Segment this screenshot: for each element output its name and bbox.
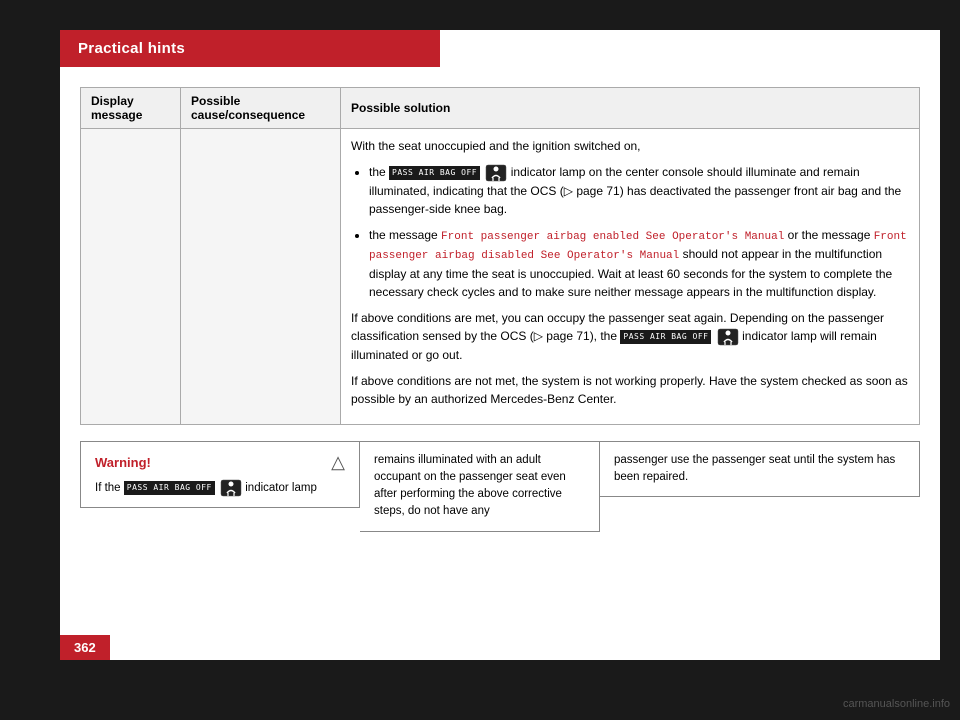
middle-text-box: remains illuminated with an adult occupa… [360,441,600,532]
passenger-icon-2 [717,328,739,346]
page-title: Practical hints [78,40,185,57]
col-header-display: Display message [81,88,181,129]
bullet-2: the message Front passenger airbag enabl… [369,226,909,301]
bullet-1: the PASS AIR BAG OFF indicator lamp o [369,163,909,218]
page-number: 362 [60,635,110,660]
mono-text-1: Front passenger airbag enabled See Opera… [441,231,784,243]
table-row: With the seat unoccupied and the ignitio… [81,129,920,425]
display-message-cell [81,129,181,425]
warning-content: If the PASS AIR BAG OFF indicator lamp [95,479,345,497]
middle-box-text: remains illuminated with an adult occupa… [374,454,566,518]
warning-label: Warning! [95,455,151,470]
passenger-icon-3 [220,479,242,497]
bottom-section: Warning! △ If the PASS AIR BAG OFF indic… [80,441,920,532]
bullet1-before: the [369,165,389,179]
header-bar: Practical hints [60,30,440,67]
warning-panel-header: Warning! △ [95,452,345,473]
warning-line1-before: If the [95,482,121,494]
solution-bullets: the PASS AIR BAG OFF indicator lamp o [351,163,909,301]
col-header-solution: Possible solution [341,88,920,129]
warning-triangle-icon: △ [331,452,345,473]
passenger-icon-1 [485,164,507,182]
main-table: Display message Possible cause/consequen… [80,87,920,425]
bullet2-before: the message [369,228,441,242]
warning-badge: PASS AIR BAG OFF [124,481,215,495]
pass-airbag-badge-2: PASS AIR BAG OFF [620,330,711,344]
right-box-text: passenger use the passenger seat until t… [614,454,895,483]
bullet2-middle: or the message [788,228,874,242]
pass-airbag-badge-1: PASS AIR BAG OFF [389,166,480,180]
solution-para1: If above conditions are met, you can occ… [351,309,909,364]
watermark: carmanualsonline.info [843,698,950,710]
solution-para2: If above conditions are not met, the sys… [351,372,909,408]
solution-cell: With the seat unoccupied and the ignitio… [341,129,920,425]
warning-panel: Warning! △ If the PASS AIR BAG OFF indic… [80,441,360,508]
cause-cell [181,129,341,425]
right-text-box: passenger use the passenger seat until t… [600,441,920,498]
col-header-cause: Possible cause/consequence [181,88,341,129]
solution-intro: With the seat unoccupied and the ignitio… [351,137,909,155]
warning-line1-after: indicator lamp [245,482,317,494]
content-area: Display message Possible cause/consequen… [60,87,940,532]
